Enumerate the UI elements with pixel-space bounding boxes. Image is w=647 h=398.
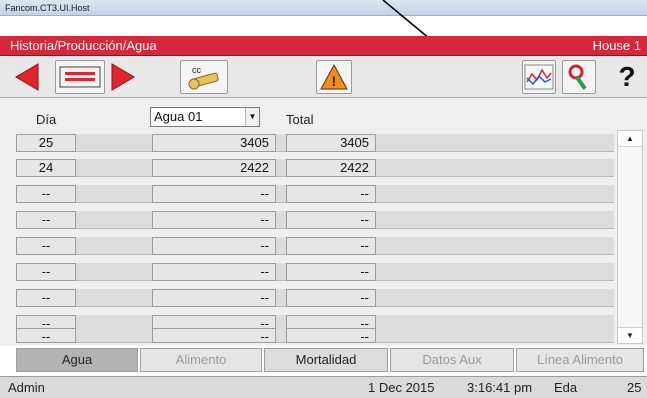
day-cell: 24 [16,159,76,177]
table-row: -- -- -- [16,185,614,203]
status-age: 25 [627,380,642,395]
table-row: -- -- -- [16,289,614,307]
scroll-up-icon[interactable]: ▲ [618,131,642,147]
total-cell: 2422 [286,159,376,177]
sensor-select-value: Agua 01 [154,109,203,124]
day-cell: -- [16,289,76,307]
prev-button[interactable] [12,60,42,94]
column-day-header: Día [36,112,57,127]
column-total-header: Total [286,112,314,127]
svg-text:!: ! [332,73,337,89]
tab-datos-aux[interactable]: Datos Aux [390,348,514,372]
record-button[interactable] [55,60,105,94]
cc-key-button[interactable]: cc [180,60,228,94]
record-book-icon [59,66,101,88]
total-cell: -- [286,263,376,281]
key-cc-icon: cc [188,65,219,90]
value-cell: -- [152,211,276,229]
tab-mortalidad[interactable]: Mortalidad [264,348,388,372]
vertical-scrollbar[interactable]: ▲ ▼ [617,130,643,344]
help-button[interactable]: ? [612,60,642,94]
day-cell: -- [16,263,76,281]
tab-agua[interactable]: Agua [16,348,138,372]
house-label: House 1 [592,38,641,53]
status-bar: Admin 1 Dec 2015 3:16:41 pm Eda 25 [0,376,647,398]
tab-linea-alimento[interactable]: Línea Alimento [516,348,644,372]
table-row: -- -- -- [16,328,614,344]
tool-icon [568,64,587,90]
chevron-down-icon: ▼ [245,108,259,126]
value-cell: -- [152,289,276,307]
graph-button[interactable] [522,60,556,94]
svg-text:cc: cc [192,65,202,75]
next-arrow-icon [111,63,135,91]
toolbar: cc ! ? [0,56,647,98]
scroll-down-icon[interactable]: ▼ [618,327,642,343]
value-cell: -- [152,237,276,255]
value-cell: -- [152,185,276,203]
sensor-select[interactable]: Agua 01 ▼ [150,107,260,127]
value-cell: 3405 [152,134,276,152]
table-row: 24 2422 2422 [16,159,614,177]
day-cell: -- [16,185,76,203]
value-cell: -- [152,263,276,281]
total-cell: 3405 [286,134,376,152]
day-cell: -- [16,237,76,255]
tab-alimento[interactable]: Alimento [140,348,262,372]
table-row: -- -- -- [16,211,614,229]
total-cell: -- [286,185,376,203]
prev-arrow-icon [15,63,39,91]
total-cell: -- [286,328,376,344]
table-row: -- -- -- [16,263,614,281]
day-cell: 25 [16,134,76,152]
value-cell: -- [152,328,276,344]
warning-icon: ! [320,63,348,90]
page-header: Historia/Producción/Agua House 1 [0,36,647,56]
day-cell: -- [16,328,76,344]
total-cell: -- [286,289,376,307]
status-time: 3:16:41 pm [467,380,533,395]
table-row: 25 3405 3405 [16,134,614,152]
value-cell: 2422 [152,159,276,177]
tool-button[interactable] [562,60,596,94]
status-date: 1 Dec 2015 [368,380,435,395]
day-cell: -- [16,211,76,229]
alarm-button[interactable]: ! [316,60,352,94]
breadcrumb: Historia/Producción/Agua [10,38,157,53]
total-cell: -- [286,211,376,229]
status-age-label: Eda [554,380,578,395]
next-button[interactable] [108,60,138,94]
total-cell: -- [286,237,376,255]
graph-icon [524,64,554,90]
help-icon: ? [618,61,636,92]
table-row: -- -- -- [16,237,614,255]
status-user: Admin [8,380,45,395]
